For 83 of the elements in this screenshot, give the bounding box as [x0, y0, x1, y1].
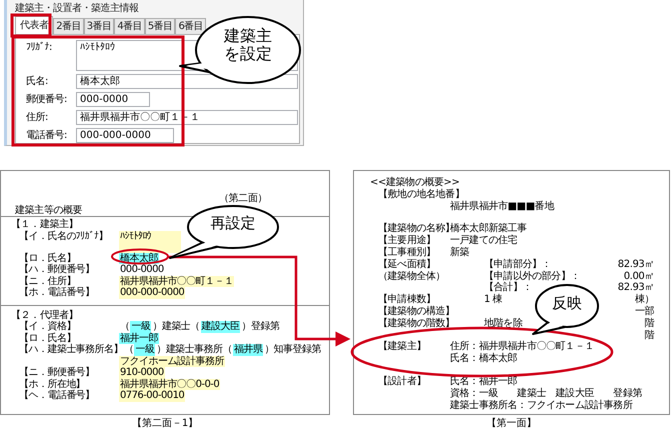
form-text: 【申請棟数】 — [377, 294, 436, 306]
group-title: 建築主・設置者・築造主情報 — [15, 3, 140, 15]
field-value: 0776-00-0010 — [119, 390, 186, 402]
field-value: ）知事登録第 — [263, 344, 322, 356]
section-heading: 【２．代理者】 — [11, 310, 78, 320]
field-label: 【ヘ．電話番号】 — [19, 390, 96, 402]
field-value: ）建築士（ — [151, 321, 201, 332]
page-label: （第二面） — [219, 193, 268, 204]
input-field[interactable]: 000-000-0000 — [76, 128, 174, 143]
form-text: 0.00㎡ — [624, 270, 654, 282]
form-text: 【建築物の構造】 — [377, 306, 455, 318]
figure-caption: 【第二面－1】 — [132, 418, 198, 430]
form-text: 福井県福井市■■■番地 — [450, 200, 554, 212]
form-text: 一戸建ての住宅 — [450, 235, 518, 246]
highlight-ellipse — [111, 248, 169, 264]
form-heading: <<建築物の概要>> — [370, 177, 460, 188]
field-value: ﾊｼﾓﾄﾀﾛｳ — [119, 230, 182, 252]
field-value: （ — [119, 321, 130, 332]
form-text: 【敷地の地名地番】 — [377, 188, 464, 200]
form-text: 建築士事務所名：フクイホーム設計事務所 — [450, 400, 632, 412]
field-label: 【ホ．所在地】 — [19, 378, 86, 390]
field-value: 福井一郎 — [119, 332, 159, 344]
form-text: 階 — [644, 318, 654, 330]
field-value: 福井県福井市〇〇0-0-0 — [119, 378, 220, 390]
field-value: 福井県 — [232, 344, 264, 356]
form-text: 【建築物の階数】 — [377, 318, 455, 330]
tab[interactable]: 2番目 — [53, 18, 84, 34]
form-text: 【申請部分】： — [484, 258, 552, 270]
field-label: 【ロ．氏名】 — [19, 332, 77, 344]
form-text: 資格：一級 建築士 建設大臣 登録第 — [450, 388, 642, 400]
form-text: 1 棟 — [484, 294, 502, 306]
form-text: 82.93㎡ — [618, 258, 654, 271]
form-text: 【申請以外の部分】： — [484, 270, 580, 282]
form-text: 【合計】： — [484, 282, 532, 294]
form-text: 棟） — [634, 294, 654, 306]
form-text: 新築 — [450, 246, 470, 259]
form-title: 建築主等の概要 — [15, 204, 82, 216]
form-text: 一部 — [634, 306, 654, 318]
field-label: ﾌﾘｶﾞﾅ: — [26, 40, 53, 55]
field-label: 氏名: — [26, 74, 49, 89]
field-value: 一級 — [130, 321, 152, 332]
form-text: 階 — [644, 330, 654, 342]
form-text: 住所：福井県福井市〇〇町１－１ — [450, 341, 594, 352]
form-text: 【建築主】 — [377, 341, 426, 354]
callout-text: 再設定 — [210, 215, 256, 232]
field-label: 【イ．資格】 — [19, 321, 77, 332]
form-text: （建築物全体） — [377, 270, 446, 282]
field-value: 000-0000 — [119, 264, 165, 276]
form-text: 【延べ面積】 — [377, 258, 436, 270]
form-text: 氏名：橋本太郎 — [450, 353, 518, 365]
callout-text: を設定 — [224, 45, 272, 64]
figure-caption: 【第一面】 — [486, 418, 536, 430]
form-text: 地階を除 — [484, 318, 522, 330]
form-text: 【工事種別】 — [377, 246, 436, 258]
field-value: 910-0000 — [119, 367, 165, 378]
field-label: 電話番号: — [26, 128, 68, 143]
field-label: 【ハ．郵便番号】 — [19, 264, 96, 276]
tab[interactable]: 6番目 — [175, 18, 206, 34]
field-value: 一級 — [134, 344, 156, 356]
input-field[interactable]: 000-0000 — [76, 92, 150, 107]
field-label: 【ニ．郵便番号】 — [19, 367, 96, 378]
tab[interactable]: 4番目 — [114, 18, 145, 34]
field-label: 【ホ．電話番号】 — [19, 287, 96, 298]
field-value: 建設大臣 — [200, 321, 240, 332]
tab[interactable]: 3番目 — [84, 18, 114, 34]
field-label: 郵便番号: — [26, 92, 68, 107]
field-value: ）建築士事務所（ — [155, 344, 233, 356]
field-value: （ — [122, 344, 134, 356]
field-label: 【ニ．住所】 — [19, 276, 77, 286]
field-value: フクイホーム設計事務所 — [119, 356, 225, 367]
form-text: 【設計者】 — [377, 376, 426, 388]
field-label: 【ロ．氏名】 — [19, 252, 77, 264]
callout-text: 反映 — [552, 295, 582, 312]
field-label: 【イ．氏名のﾌﾘｶﾞﾅ】 — [19, 230, 109, 242]
tab[interactable]: 5番目 — [144, 18, 176, 34]
field-value: ）登録第 — [240, 321, 280, 332]
form-text: 82.93㎡ — [618, 282, 654, 294]
section-heading: 【１．建築主】 — [11, 219, 78, 230]
field-value: 000-000-0000 — [119, 287, 186, 298]
form-text: 【主要用途】 — [377, 235, 436, 246]
field-label: 【ハ．建築士事務所名】 — [19, 344, 123, 356]
field-label: 住所: — [26, 110, 49, 125]
field-value: 福井県福井市〇〇町１－１ — [119, 276, 234, 287]
